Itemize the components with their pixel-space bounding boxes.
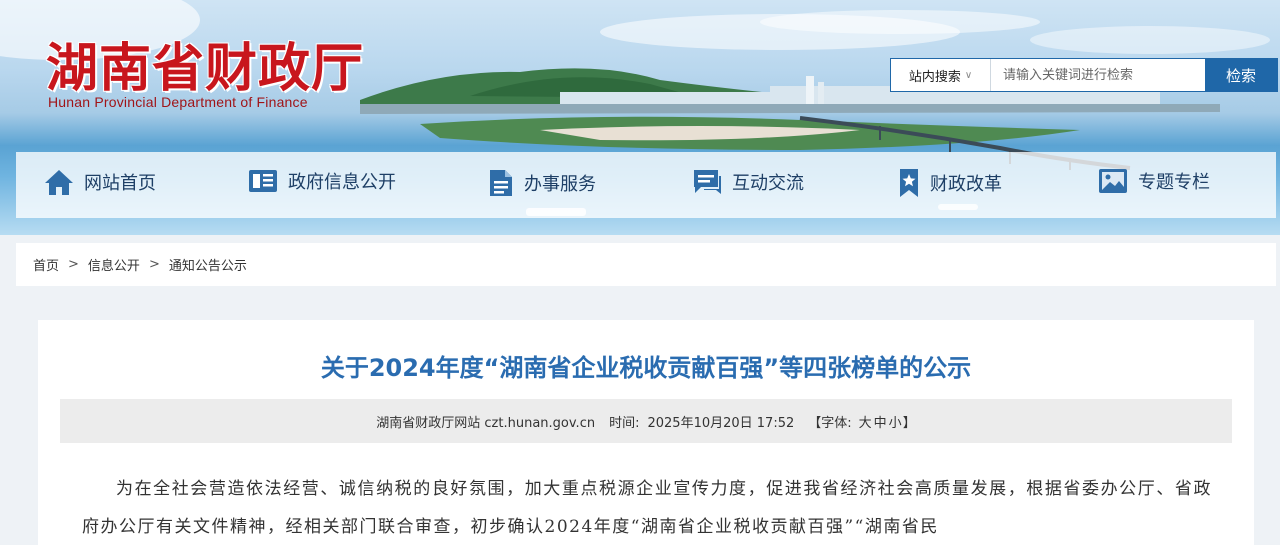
nav-item-label: 互动交流 <box>732 173 804 194</box>
article-title: 关于2024年度“湖南省企业税收贡献百强”等四张榜单的公示 <box>320 354 972 382</box>
search-button[interactable]: 检索 <box>1205 59 1277 91</box>
article-panel: 关于2024年度“湖南省企业税收贡献百强”等四张榜单的公示 湖南省财政厅网站 c… <box>38 320 1254 545</box>
article-time-value: 2025年10月20日 17:52 <box>647 415 795 431</box>
chat-icon <box>694 170 721 194</box>
nav-item-label: 财政改革 <box>930 174 1002 195</box>
nav-item-label: 专题专栏 <box>1138 172 1210 193</box>
image-icon <box>1099 169 1127 193</box>
nav-item-gov-info[interactable]: 政府信息公开 <box>248 168 396 194</box>
nav-item-home[interactable]: 网站首页 <box>44 168 156 196</box>
search-input[interactable] <box>991 59 1205 91</box>
chevron-down-icon: ∨ <box>964 69 973 81</box>
breadcrumb: 首页 > 信息公开 > 通知公告公示 <box>16 243 1276 286</box>
nav-item-reform[interactable]: 财政改革 <box>898 168 1002 198</box>
article-body-paragraph: 为在全社会营造依法经营、诚信纳税的良好氛围，加大重点税源企业宣传力度，促进我省经… <box>82 479 1212 537</box>
article-source: 湖南省财政厅网站 czt.hunan.gov.cn <box>376 415 596 431</box>
site-logo-title[interactable]: 湖南省财政厅 <box>46 26 364 101</box>
site-search: 站内搜索 ∨ 检索 <box>890 58 1278 92</box>
breadcrumb-notices[interactable]: 通知公告公示 <box>169 255 247 274</box>
site-logo-subtitle: Hunan Provincial Department of Finance <box>48 94 308 110</box>
breadcrumb-separator: > <box>148 257 160 272</box>
home-icon <box>45 170 73 195</box>
nav-item-label: 政府信息公开 <box>288 172 396 193</box>
article-meta-bar: 湖南省财政厅网站 czt.hunan.gov.cn 时间: 2025年10月20… <box>60 399 1232 443</box>
font-size-medium-button[interactable]: 中 <box>874 412 887 431</box>
bookmark-star-icon <box>900 169 918 197</box>
document-icon <box>490 170 512 196</box>
search-scope-dropdown[interactable]: 站内搜索 ∨ <box>891 59 991 91</box>
breadcrumb-info-public[interactable]: 信息公开 <box>88 255 140 274</box>
breadcrumb-home[interactable]: 首页 <box>33 255 59 274</box>
newspaper-icon <box>249 170 277 192</box>
nav-item-interaction[interactable]: 互动交流 <box>692 168 804 196</box>
font-size-close: 】 <box>902 415 916 431</box>
font-size-large-button[interactable]: 大 <box>859 412 872 431</box>
nav-item-label: 网站首页 <box>84 173 156 194</box>
nav-item-special[interactable]: 专题专栏 <box>1098 168 1210 194</box>
nav-item-services[interactable]: 办事服务 <box>488 168 596 198</box>
nav-item-label: 办事服务 <box>524 174 596 195</box>
search-scope-label: 站内搜索 <box>908 69 961 85</box>
article-time-label: 时间: <box>609 415 640 431</box>
font-size-small-button[interactable]: 小 <box>889 412 902 431</box>
font-size-open: 【字体: <box>808 415 852 431</box>
breadcrumb-separator: > <box>68 257 79 272</box>
main-nav: 网站首页 政府信息公开 办事服务 互动交流 财政改革 专题专栏 <box>16 152 1276 218</box>
